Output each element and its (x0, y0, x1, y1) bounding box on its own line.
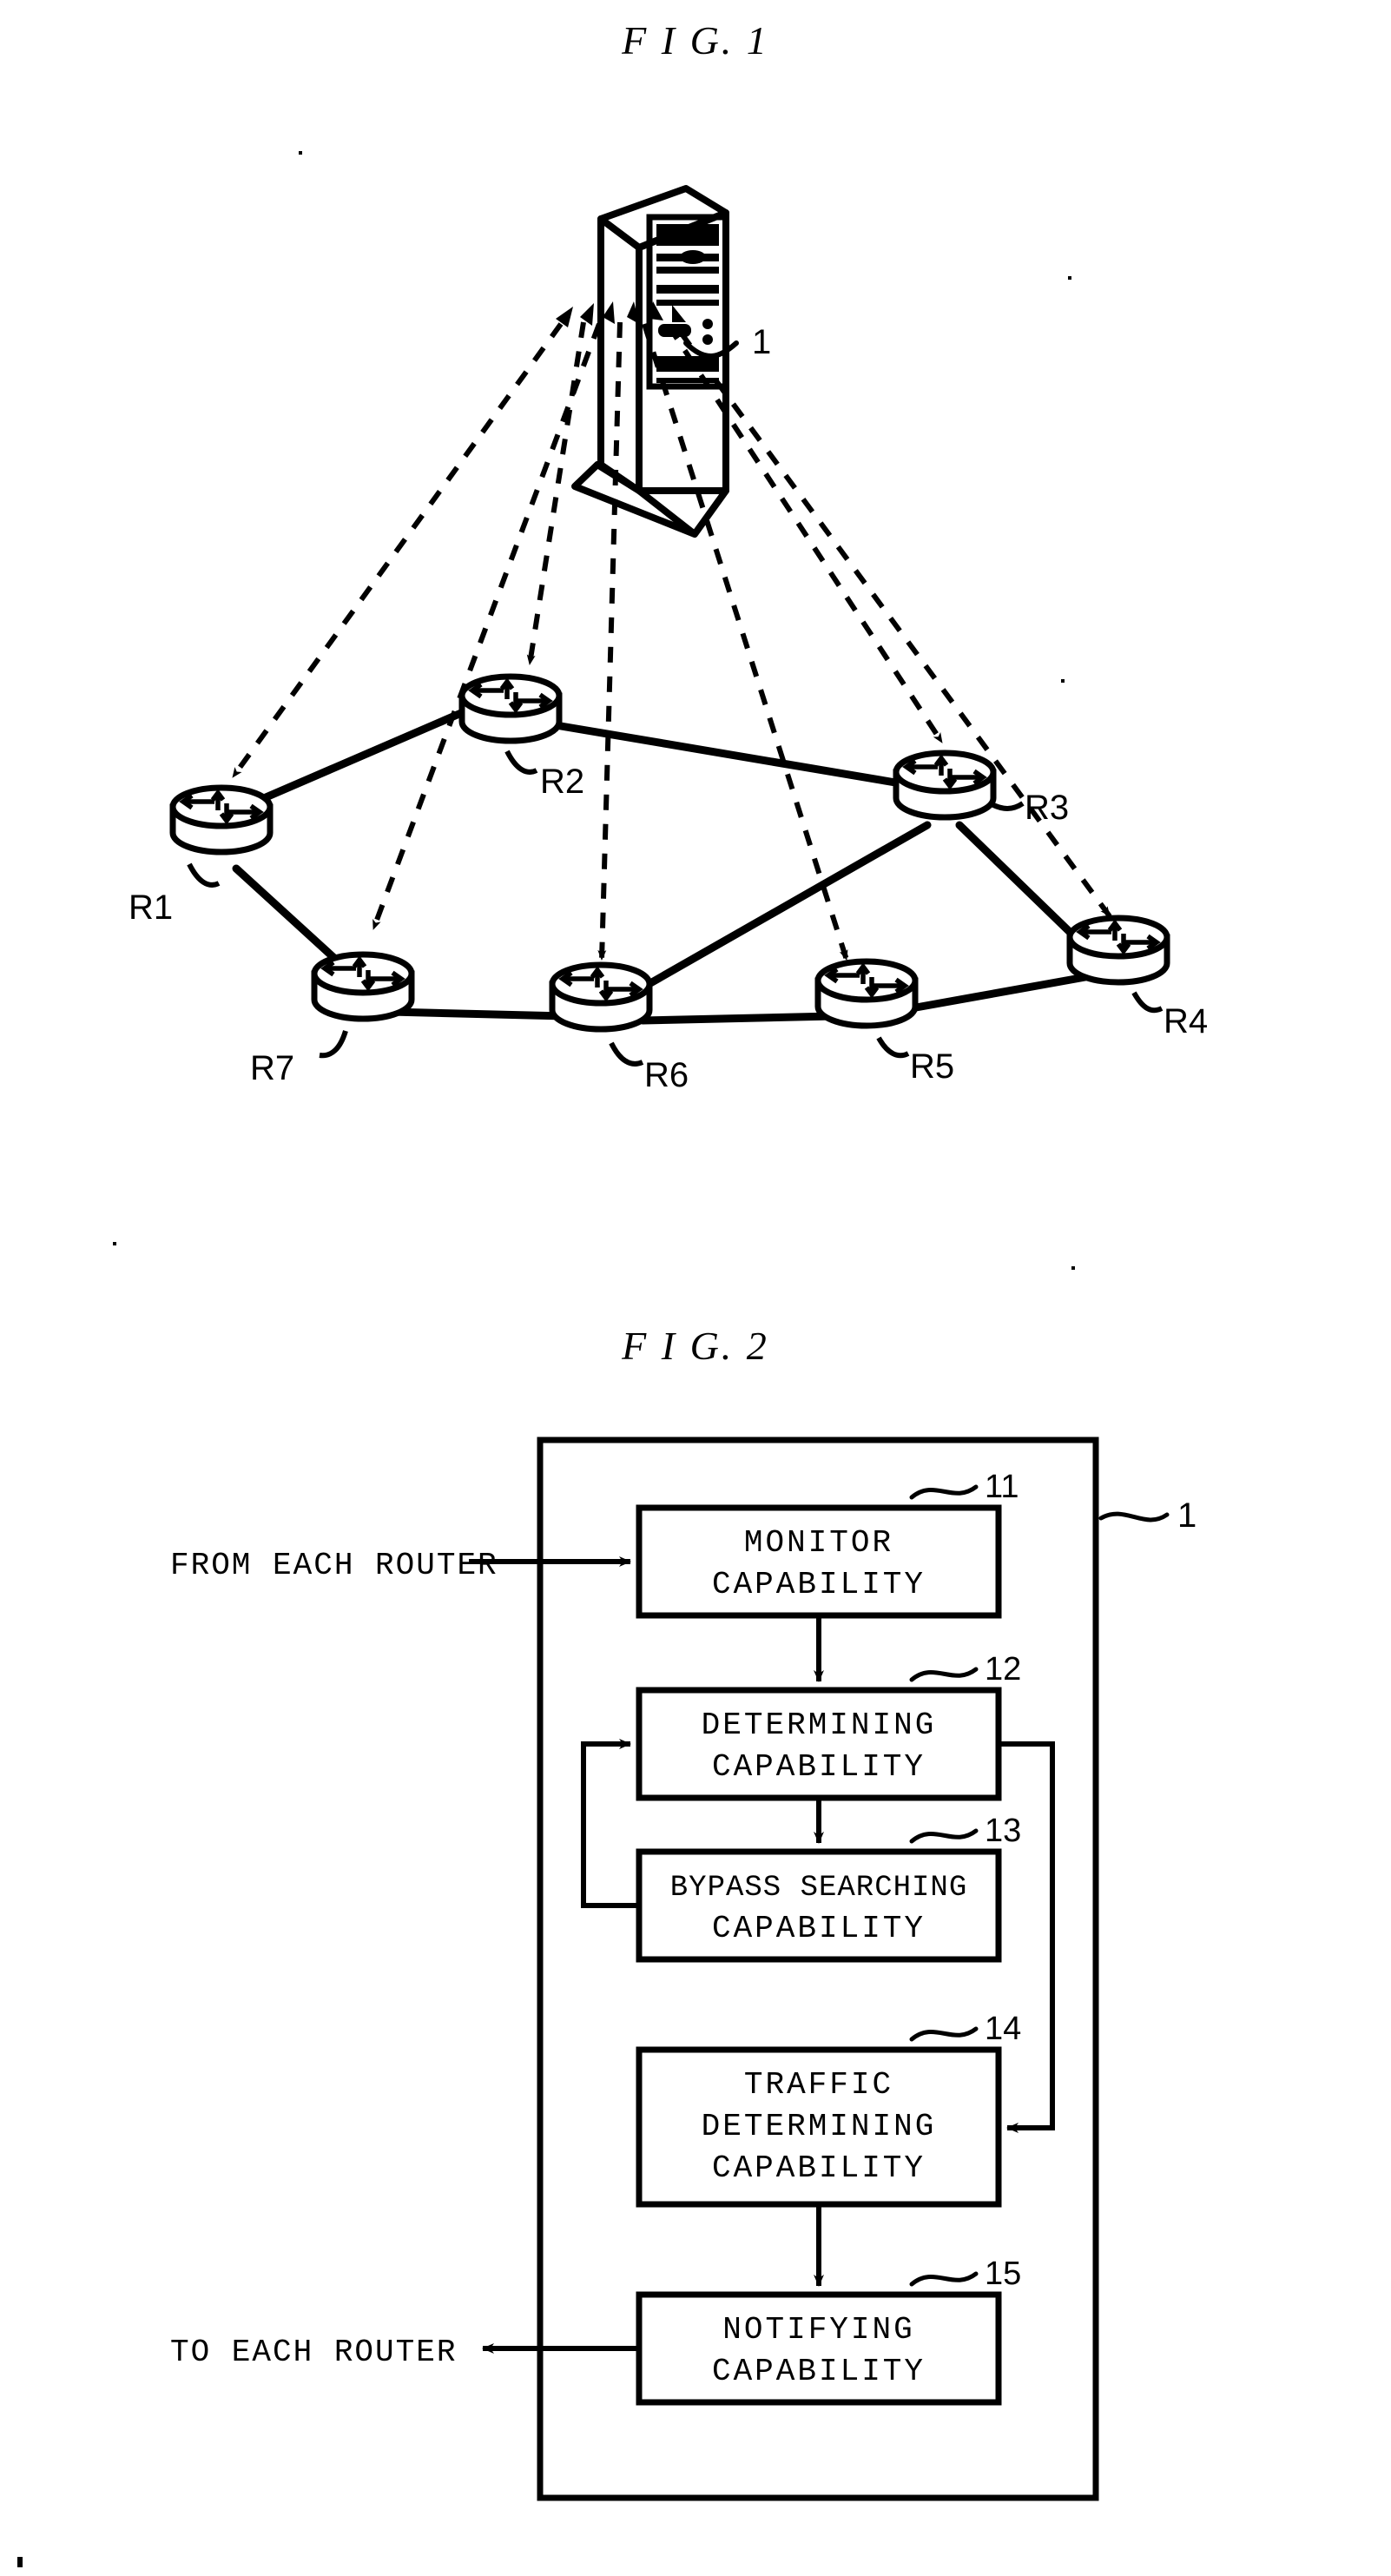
block-12-line-1: DETERMINING (702, 1707, 937, 1743)
block-12-ref-label: 12 (985, 1651, 1021, 1688)
block-monitor-capability[interactable]: MONITOR CAPABILITY (636, 1504, 1002, 1619)
block-determining-capability[interactable]: DETERMINING CAPABILITY (636, 1687, 1002, 1801)
block-11-line-2: CAPABILITY (712, 1567, 926, 1602)
block-12-ref-leader (909, 1667, 979, 1682)
block-notifying-capability[interactable]: NOTIFYING CAPABILITY (636, 2291, 1002, 2406)
block-11-ref-leader (909, 1484, 979, 1500)
scan-speck (17, 2557, 23, 2567)
block-13-ref-leader (909, 1828, 979, 1844)
block-15-line-1: NOTIFYING (722, 2312, 914, 2348)
scan-speck (1071, 1266, 1075, 1270)
figure-2-title: F I G. 2 (622, 1324, 769, 1368)
patent-drawing-page: F I G. 1 1 R1 R2 R3 R4 R5 R6 R7 F I G. 2… (0, 0, 1391, 2576)
input-label-from-each-router: FROM EACH ROUTER (170, 1548, 498, 1583)
block-11-line-1: MONITOR (744, 1525, 893, 1561)
router-label-r2: R2 (540, 763, 584, 801)
block-14-line-2: DETERMINING (702, 2109, 937, 2144)
router-label-r1: R1 (129, 888, 173, 927)
router-node-r7[interactable]: R7 (250, 954, 412, 1087)
block-11-ref-label: 11 (985, 1469, 1019, 1505)
enclosure-ref-label: 1 (1177, 1496, 1197, 1535)
scan-speck (1068, 276, 1071, 280)
router-label-r3: R3 (1025, 789, 1069, 827)
figure-1-title: F I G. 1 (622, 18, 769, 63)
block-13-ref-label: 13 (985, 1813, 1021, 1849)
block-12-line-2: CAPABILITY (712, 1749, 926, 1785)
block-bypass-searching-capability[interactable]: BYPASS SEARCHING CAPABILITY (636, 1848, 1002, 1963)
block-14-line-1: TRAFFIC (744, 2067, 893, 2103)
block-15-line-2: CAPABILITY (712, 2354, 926, 2389)
output-label-to-each-router: TO EACH ROUTER (170, 2335, 457, 2370)
enclosure-ref-leader (1098, 1511, 1170, 1522)
router-label-r6: R6 (644, 1056, 689, 1094)
server-ref-label: 1 (752, 323, 771, 361)
block-14-ref-leader (909, 2026, 979, 2042)
router-node-r5[interactable]: R5 (818, 961, 954, 1086)
block-15-ref-label: 15 (985, 2256, 1021, 2292)
block-14-line-3: CAPABILITY (712, 2150, 926, 2186)
scan-speck (113, 1242, 116, 1245)
router-label-r7: R7 (250, 1049, 294, 1087)
router-label-r4: R4 (1164, 1002, 1208, 1040)
router-label-r5: R5 (910, 1047, 954, 1086)
scan-speck (299, 151, 302, 155)
router-node-r1[interactable]: R1 (129, 788, 270, 927)
block-13-line-1: BYPASS SEARCHING (670, 1872, 967, 1905)
scan-speck (1061, 679, 1065, 683)
block-13-line-2: CAPABILITY (712, 1911, 926, 1946)
block-15-ref-leader (909, 2271, 979, 2287)
block-14-ref-label: 14 (985, 2011, 1021, 2047)
figure-1-drawing: 1 R1 R2 R3 R4 R5 R6 R7 (129, 185, 1208, 1094)
router-node-r4[interactable]: R4 (1070, 918, 1208, 1040)
router-node-r2[interactable]: R2 (462, 677, 584, 801)
router-node-r6[interactable]: R6 (552, 965, 689, 1094)
figure-2-drawing: 1 MONITOR CAPABILITY 11 DETERMINING CAPA… (170, 1437, 1197, 2501)
block-traffic-determining-capability[interactable]: TRAFFIC DETERMINING CAPABILITY (636, 2046, 1002, 2208)
router-node-r3[interactable]: R3 (896, 753, 1069, 827)
